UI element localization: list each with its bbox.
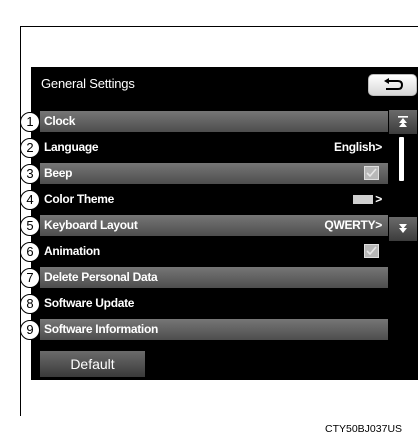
scroll-down-button[interactable] xyxy=(389,217,417,241)
figure-caption: CTY50BJ037US xyxy=(325,423,403,435)
callout-2: 2 xyxy=(20,138,40,158)
clock-item[interactable]: Clock xyxy=(40,111,388,132)
settings-list: Clock Language English> Beep Color Theme… xyxy=(40,111,388,345)
checkmark-icon xyxy=(366,246,377,256)
scroll-down-icon xyxy=(399,224,407,233)
item-label: Color Theme xyxy=(44,192,115,206)
item-label: Language xyxy=(44,140,99,154)
checkmark-icon xyxy=(366,168,377,178)
scroll-top-icon xyxy=(398,116,408,127)
chevron-right-icon: > xyxy=(375,140,382,154)
screen-title: General Settings xyxy=(41,76,135,91)
animation-checkbox[interactable] xyxy=(364,244,379,258)
software-update-item[interactable]: Software Update xyxy=(40,293,388,314)
animation-item[interactable]: Animation xyxy=(40,241,388,262)
item-label: Beep xyxy=(44,166,73,180)
item-label: Delete Personal Data xyxy=(44,270,158,284)
callout-7: 7 xyxy=(20,268,40,288)
item-label: Software Information xyxy=(44,322,159,336)
item-label: Software Update xyxy=(44,296,135,310)
general-settings-screen: General Settings Clock Language English>… xyxy=(31,67,418,380)
item-label: Keyboard Layout xyxy=(44,218,138,232)
delete-personal-data-item[interactable]: Delete Personal Data xyxy=(40,267,388,288)
callout-8: 8 xyxy=(20,294,40,314)
callout-3: 3 xyxy=(20,164,40,184)
chevron-right-icon: > xyxy=(375,218,382,232)
callout-6: 6 xyxy=(20,242,40,262)
back-button[interactable] xyxy=(368,74,417,96)
keyboard-layout-item[interactable]: Keyboard Layout QWERTY> xyxy=(40,215,388,236)
default-button[interactable]: Default xyxy=(40,351,145,377)
return-arrow-icon xyxy=(384,78,404,90)
language-value: English xyxy=(334,140,376,154)
callout-1: 1 xyxy=(20,112,40,132)
callout-4: 4 xyxy=(20,190,40,210)
language-item[interactable]: Language English> xyxy=(40,137,388,158)
beep-checkbox[interactable] xyxy=(364,166,379,180)
keyboard-layout-value: QWERTY xyxy=(324,218,376,232)
callout-9: 9 xyxy=(20,320,40,340)
color-swatch xyxy=(353,195,374,205)
scrollbar[interactable] xyxy=(389,110,417,241)
scroll-thumb[interactable] xyxy=(399,137,404,181)
item-label: Clock xyxy=(44,114,76,128)
item-label: Animation xyxy=(44,244,100,258)
software-information-item[interactable]: Software Information xyxy=(40,319,388,340)
chevron-right-icon: > xyxy=(375,192,382,206)
callout-5: 5 xyxy=(20,216,40,236)
beep-item[interactable]: Beep xyxy=(40,163,388,184)
color-theme-item[interactable]: Color Theme > xyxy=(40,189,388,210)
scroll-top-button[interactable] xyxy=(389,110,417,134)
